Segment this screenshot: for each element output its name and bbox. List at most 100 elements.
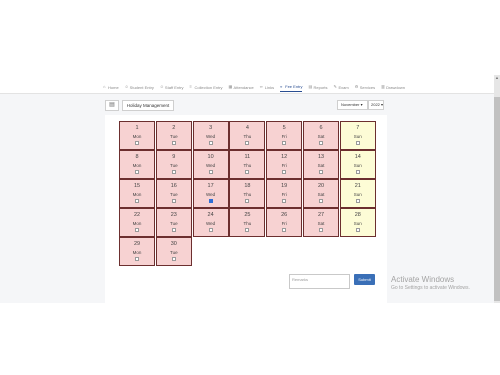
calendar-day-cell[interactable]: 12 Fri	[266, 150, 303, 179]
year-select-value: 2022	[371, 102, 380, 107]
holiday-checkbox[interactable]	[208, 228, 213, 232]
nav-item-staff-entry[interactable]: ☺ Staff Entry	[160, 84, 184, 92]
holiday-checkbox[interactable]	[135, 199, 139, 203]
weekday-label: Wed	[206, 163, 216, 168]
holiday-checkbox[interactable]	[282, 141, 287, 145]
weekday-label: Fri	[281, 221, 287, 226]
month-select[interactable]: November ▾	[337, 100, 368, 110]
nav-item-label: Attendance	[233, 84, 254, 90]
holiday-checkbox[interactable]	[282, 170, 287, 174]
calendar-day-cell[interactable]: 15 Mon	[119, 179, 155, 208]
holiday-checkbox[interactable]	[135, 170, 139, 174]
holiday-checkbox[interactable]	[171, 170, 176, 174]
calendar-day-cell[interactable]: 24 Wed	[192, 208, 229, 237]
remarks-input[interactable]: Remarks	[289, 274, 350, 289]
calendar-day-cell[interactable]: 9 Tue	[155, 150, 192, 179]
calendar-day-cell[interactable]: 6 Sat	[303, 121, 339, 150]
holiday-checkbox[interactable]	[282, 228, 287, 232]
holiday-checkbox[interactable]	[319, 228, 323, 232]
holiday-checkbox[interactable]	[319, 170, 323, 174]
day-number: 3	[209, 125, 213, 131]
calendar-icon: ▤	[109, 102, 115, 108]
holiday-checkbox[interactable]	[355, 141, 360, 145]
calendar-day-cell[interactable]: 10 Wed	[192, 150, 229, 179]
calendar-day-cell[interactable]: 26 Fri	[266, 208, 303, 237]
calendar-day-cell[interactable]: 3 Wed	[192, 121, 229, 150]
holiday-checkbox[interactable]	[245, 170, 250, 174]
calendar-day-cell[interactable]: 1 Mon	[119, 121, 155, 150]
nav-item-collection-entry[interactable]: ≡ Collection Entry	[190, 84, 223, 92]
holiday-checkbox[interactable]	[171, 141, 176, 145]
nav-item-reports[interactable]: ▤ Reports	[308, 84, 327, 92]
exam-icon: ✎	[333, 84, 337, 89]
nav-item-attendance[interactable]: ▦ Attendance	[229, 84, 254, 92]
calendar-day-cell[interactable]: 7 Sun	[339, 121, 376, 150]
nav-item-links[interactable]: ∞ Links	[260, 84, 274, 92]
holiday-checkbox[interactable]	[319, 199, 323, 203]
holiday-checkbox[interactable]	[355, 228, 360, 232]
weekday-label: Tue	[170, 250, 178, 255]
day-number: 2	[172, 125, 176, 131]
holiday-checkbox[interactable]	[135, 228, 139, 232]
holiday-checkbox[interactable]	[319, 141, 323, 145]
calendar-icon-button[interactable]: ▤	[105, 100, 119, 111]
day-number: 30	[170, 241, 177, 247]
calendar-day-cell[interactable]: 27 Sat	[303, 208, 339, 237]
nav-item-services[interactable]: ⚙ Services	[355, 84, 375, 92]
holiday-checkbox[interactable]	[171, 199, 176, 203]
calendar-day-cell[interactable]: 4 Thu	[229, 121, 266, 150]
weekday-label: Thu	[243, 192, 252, 197]
calendar-day-cell[interactable]: 25 Thu	[229, 208, 266, 237]
scroll-up-icon[interactable]: ▲	[494, 75, 500, 81]
weekday-label: Fri	[281, 134, 287, 139]
day-number: 15	[133, 183, 141, 189]
holiday-checkbox[interactable]	[245, 228, 250, 232]
calendar-day-cell[interactable]: 19 Fri	[266, 179, 303, 208]
calendar-day-cell[interactable]: 18 Thu	[229, 179, 266, 208]
weekday-label: Sat	[317, 192, 325, 197]
holiday-checkbox[interactable]	[282, 199, 287, 203]
calendar-day-cell[interactable]: 20 Sat	[303, 179, 339, 208]
nav-item-student-entry[interactable]: ☺ Student Entry	[125, 84, 154, 92]
year-select[interactable]: 2022 ▾	[368, 100, 384, 110]
holiday-checkbox[interactable]	[355, 199, 360, 203]
calendar-day-cell[interactable]: 5 Fri	[266, 121, 303, 150]
calendar-day-cell[interactable]: 16 Tue	[155, 179, 192, 208]
scrollbar-thumb[interactable]	[494, 97, 500, 301]
nav-item-fee-entry[interactable]: ¤ Fee Entry	[280, 84, 303, 92]
weekday-label: Wed	[206, 134, 216, 139]
weekday-label: Tue	[170, 221, 178, 226]
holiday-checkbox[interactable]	[208, 199, 213, 203]
day-number: 26	[281, 212, 288, 218]
holiday-checkbox[interactable]	[171, 257, 176, 261]
holiday-checkbox[interactable]	[208, 141, 213, 145]
calendar-day-cell[interactable]: 13 Sat	[303, 150, 339, 179]
calendar-day-cell[interactable]: 2 Tue	[155, 121, 192, 150]
nav-item-exam[interactable]: ✎ Exam	[334, 84, 349, 92]
calendar-day-cell[interactable]: 29 Mon	[119, 237, 155, 266]
calendar-day-cell[interactable]: 11 Thu	[229, 150, 266, 179]
submit-button[interactable]: Submit	[354, 274, 375, 285]
holiday-checkbox[interactable]	[171, 228, 176, 232]
holiday-checkbox[interactable]	[135, 257, 139, 261]
nav-item-drawdown[interactable]: ▥ Drawdown	[381, 84, 405, 92]
calendar-day-cell[interactable]: 17 Wed	[192, 179, 229, 208]
calendar-day-cell[interactable]: 28 Sun	[339, 208, 376, 237]
vertical-scrollbar[interactable]: ▲	[494, 75, 500, 303]
calendar-day-cell[interactable]: 14 Sun	[339, 150, 376, 179]
holiday-management-button[interactable]: Holiday Management	[122, 100, 174, 111]
calendar-day-cell[interactable]: 8 Mon	[119, 150, 155, 179]
weekday-label: Thu	[243, 163, 252, 168]
day-number: 27	[317, 212, 325, 218]
calendar-day-cell[interactable]: 30 Tue	[155, 237, 192, 266]
holiday-checkbox[interactable]	[245, 199, 250, 203]
calendar-day-cell[interactable]: 23 Tue	[155, 208, 192, 237]
calendar-day-cell[interactable]: 21 Sun	[339, 179, 376, 208]
nav-item-home[interactable]: ⌂ Home	[103, 84, 119, 92]
holiday-checkbox[interactable]	[245, 141, 250, 145]
weekday-label: Sat	[317, 163, 325, 168]
holiday-checkbox[interactable]	[208, 170, 213, 174]
holiday-checkbox[interactable]	[355, 170, 360, 174]
holiday-checkbox[interactable]	[135, 141, 139, 145]
calendar-day-cell[interactable]: 22 Mon	[119, 208, 155, 237]
